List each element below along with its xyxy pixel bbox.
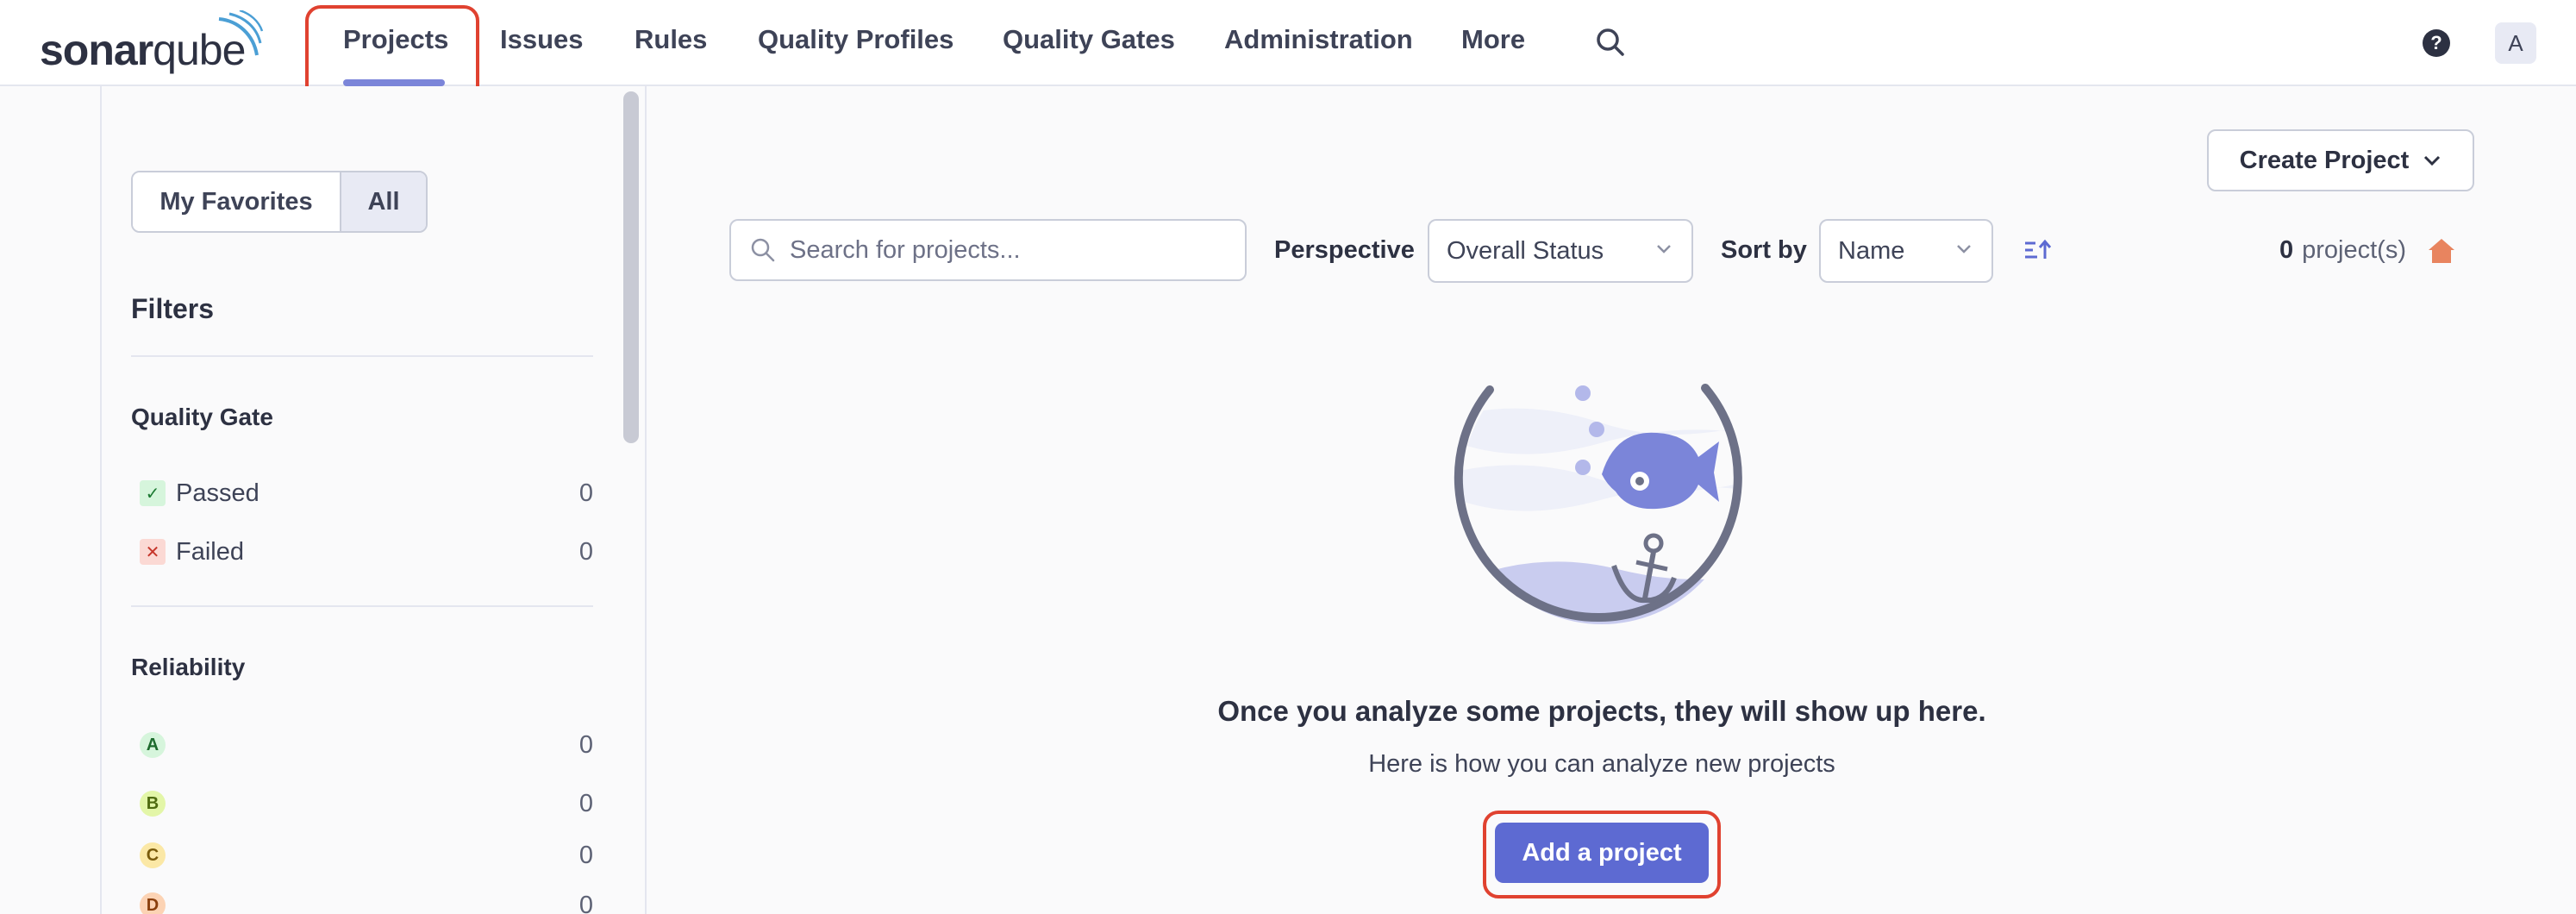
reliability-title: Reliability: [131, 654, 246, 680]
avatar[interactable]: A: [2495, 22, 2536, 64]
all-button[interactable]: All: [340, 172, 426, 231]
nav-quality-profiles[interactable]: Quality Profiles: [758, 24, 953, 55]
search-input[interactable]: [790, 235, 1204, 265]
help-icon[interactable]: ?: [2419, 26, 2454, 60]
create-project-label: Create Project: [2239, 146, 2410, 174]
sidebar-scrollbar[interactable]: [623, 91, 639, 443]
project-search[interactable]: [729, 219, 1247, 281]
search-icon[interactable]: [1591, 22, 1630, 62]
chevron-down-icon: [1957, 245, 1971, 254]
facet-passed[interactable]: ✓ Passed 0: [131, 473, 593, 514]
add-project-button[interactable]: Add a project: [1495, 823, 1709, 883]
sonarqube-logo[interactable]: sonarqube: [40, 10, 264, 76]
quality-gate-title: Quality Gate: [131, 404, 273, 430]
nav-more[interactable]: More: [1461, 24, 1525, 55]
home-icon[interactable]: [2427, 237, 2456, 265]
filters-title: Filters: [131, 293, 215, 324]
empty-state-subtitle: Here is how you can analyze new projects: [1368, 750, 1835, 778]
x-icon: ✕: [140, 539, 166, 565]
project-count-suffix: project(s): [2302, 236, 2406, 264]
facet-count: 0: [578, 841, 593, 869]
check-icon: ✓: [140, 480, 166, 506]
facet-count: 0: [578, 891, 593, 914]
chevron-down-icon: [2424, 155, 2441, 166]
facet-failed[interactable]: ✕ Failed 0: [131, 531, 593, 573]
svg-text:?: ?: [2430, 32, 2442, 53]
divider: [131, 355, 593, 357]
facet-rating-d[interactable]: D 0: [131, 885, 593, 914]
facet-label: Passed: [176, 479, 259, 507]
logo-text-bold: sonar: [40, 26, 153, 74]
create-project-button[interactable]: Create Project: [2207, 129, 2474, 191]
empty-state-title: Once you analyze some projects, they wil…: [1217, 695, 1986, 727]
chevron-down-icon: [1657, 245, 1671, 254]
facet-rating-c[interactable]: C 0: [131, 835, 593, 876]
facet-count: 0: [578, 537, 593, 566]
perspective-value: Overall Status: [1447, 236, 1604, 265]
project-count: 0 project(s): [2279, 236, 2456, 265]
favorites-toggle: My Favorites All: [131, 171, 428, 233]
facet-count: 0: [578, 789, 593, 817]
facet-count: 0: [578, 479, 593, 507]
sort-value: Name: [1838, 236, 1905, 265]
facet-rating-b[interactable]: B 0: [131, 783, 593, 824]
fishbowl-illustration: [1454, 384, 1742, 624]
filters-sidebar: My Favorites All Filters Quality Gate ✓ …: [100, 86, 647, 914]
search-icon: [751, 238, 775, 262]
sort-select[interactable]: Name: [1819, 219, 1993, 283]
nav-rules[interactable]: Rules: [635, 24, 707, 55]
sort-by-label: Sort by: [1721, 236, 1807, 264]
rating-badge: D: [140, 892, 166, 914]
nav-quality-gates[interactable]: Quality Gates: [1003, 24, 1175, 55]
sort-direction-icon[interactable]: [2017, 231, 2057, 271]
nav-administration[interactable]: Administration: [1224, 24, 1413, 55]
project-count-value: 0: [2279, 236, 2294, 264]
rating-badge: C: [140, 842, 166, 868]
my-favorites-button[interactable]: My Favorites: [133, 172, 340, 231]
facet-label: Failed: [176, 537, 244, 566]
perspective-select[interactable]: Overall Status: [1428, 219, 1693, 283]
rating-badge: B: [140, 791, 166, 817]
logo-waves-icon: [218, 10, 264, 56]
nav-issues[interactable]: Issues: [500, 24, 584, 55]
perspective-label: Perspective: [1274, 236, 1415, 264]
divider: [131, 605, 593, 607]
